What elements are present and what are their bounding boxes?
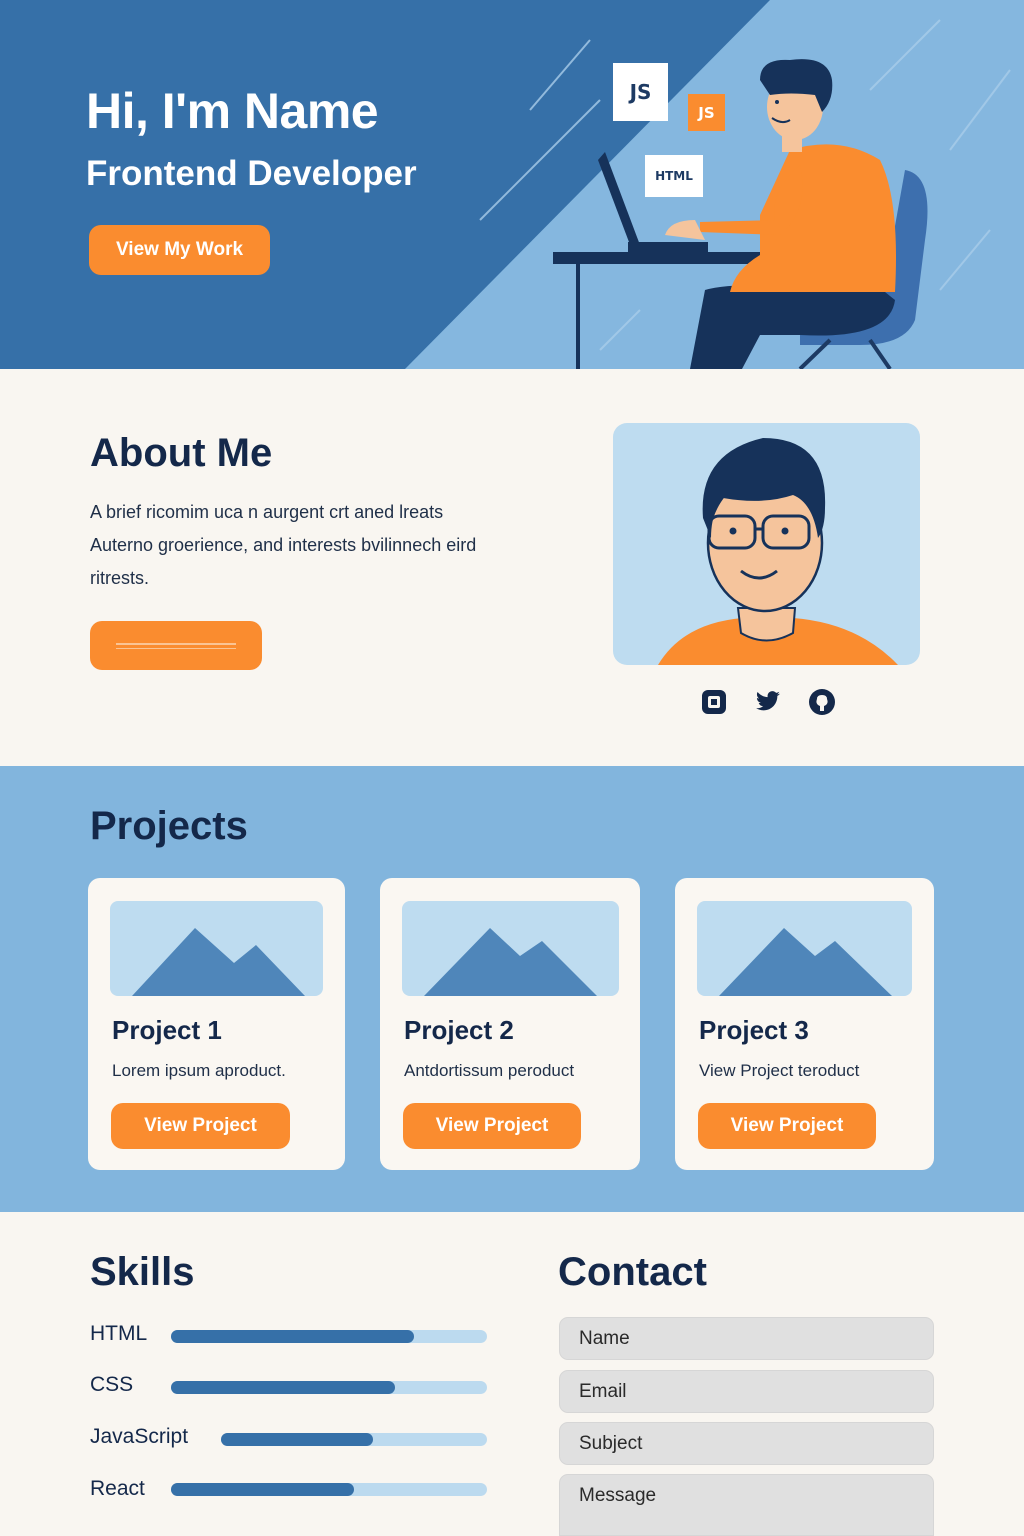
email-field[interactable]: Email bbox=[559, 1370, 934, 1413]
avatar bbox=[613, 423, 920, 665]
skill-label-javascript: JavaScript bbox=[90, 1425, 189, 1448]
about-button[interactable] bbox=[90, 621, 262, 670]
skill-bar-react bbox=[171, 1483, 487, 1496]
skill-bar-javascript bbox=[221, 1433, 487, 1446]
skill-fill-javascript bbox=[221, 1433, 373, 1446]
about-title: About Me bbox=[90, 431, 273, 475]
skills-title: Skills bbox=[90, 1250, 195, 1294]
skills-contact-section: Skills HTML CSS JavaScript React Contact… bbox=[0, 1212, 1024, 1536]
projects-section: Projects Project 1 Lorem ipsum aproduct.… bbox=[0, 766, 1024, 1212]
project-card: Project 3 View Project teroduct View Pro… bbox=[675, 878, 934, 1170]
skill-label-css: CSS bbox=[90, 1373, 134, 1396]
name-field[interactable]: Name bbox=[559, 1317, 934, 1360]
project-title: Project 3 bbox=[699, 1015, 809, 1045]
github-icon[interactable] bbox=[807, 687, 837, 717]
project-description: Antdortissum peroduct bbox=[404, 1061, 575, 1080]
project-title: Project 1 bbox=[112, 1015, 222, 1045]
project-thumbnail bbox=[402, 901, 619, 996]
view-project-button[interactable]: View Project bbox=[403, 1103, 581, 1149]
project-title: Project 2 bbox=[404, 1015, 514, 1045]
project-card: Project 1 Lorem ipsum aproduct. View Pro… bbox=[88, 878, 345, 1170]
skill-fill-html bbox=[171, 1330, 415, 1343]
twitter-icon[interactable] bbox=[753, 687, 783, 717]
instagram-icon[interactable] bbox=[699, 687, 729, 717]
developer-illustration bbox=[553, 59, 928, 369]
view-my-work-button[interactable]: View My Work bbox=[89, 225, 270, 275]
project-thumbnail bbox=[697, 901, 912, 996]
about-description: A brief ricomim uca n aurgent crt aned l… bbox=[90, 502, 477, 588]
skill-bar-css bbox=[171, 1381, 487, 1394]
skill-label-html: HTML bbox=[90, 1322, 148, 1345]
hero-section: Hi, I'm Name Frontend Developer View My … bbox=[0, 0, 1024, 369]
hero-title: Hi, I'm Name bbox=[86, 83, 379, 139]
about-section: About Me A brief ricomim uca n aurgent c… bbox=[0, 369, 1024, 766]
skill-fill-react bbox=[171, 1483, 355, 1496]
view-project-button[interactable]: View Project bbox=[111, 1103, 290, 1149]
hero-subtitle: Frontend Developer bbox=[86, 154, 417, 193]
about-button-label-placeholder bbox=[116, 642, 236, 649]
view-project-button[interactable]: View Project bbox=[698, 1103, 876, 1149]
skill-label-react: React bbox=[90, 1477, 145, 1500]
project-card: Project 2 Antdortissum peroduct View Pro… bbox=[380, 878, 640, 1170]
project-description: Lorem ipsum aproduct. bbox=[112, 1061, 286, 1080]
projects-title: Projects bbox=[90, 804, 248, 848]
skill-fill-css bbox=[171, 1381, 396, 1394]
message-field[interactable]: Message bbox=[559, 1474, 934, 1536]
skill-bar-html bbox=[171, 1330, 487, 1343]
contact-title: Contact bbox=[558, 1250, 707, 1294]
avatar-illustration bbox=[658, 438, 898, 665]
project-description: View Project teroduct bbox=[699, 1061, 860, 1080]
project-thumbnail bbox=[110, 901, 323, 996]
subject-field[interactable]: Subject bbox=[559, 1422, 934, 1465]
